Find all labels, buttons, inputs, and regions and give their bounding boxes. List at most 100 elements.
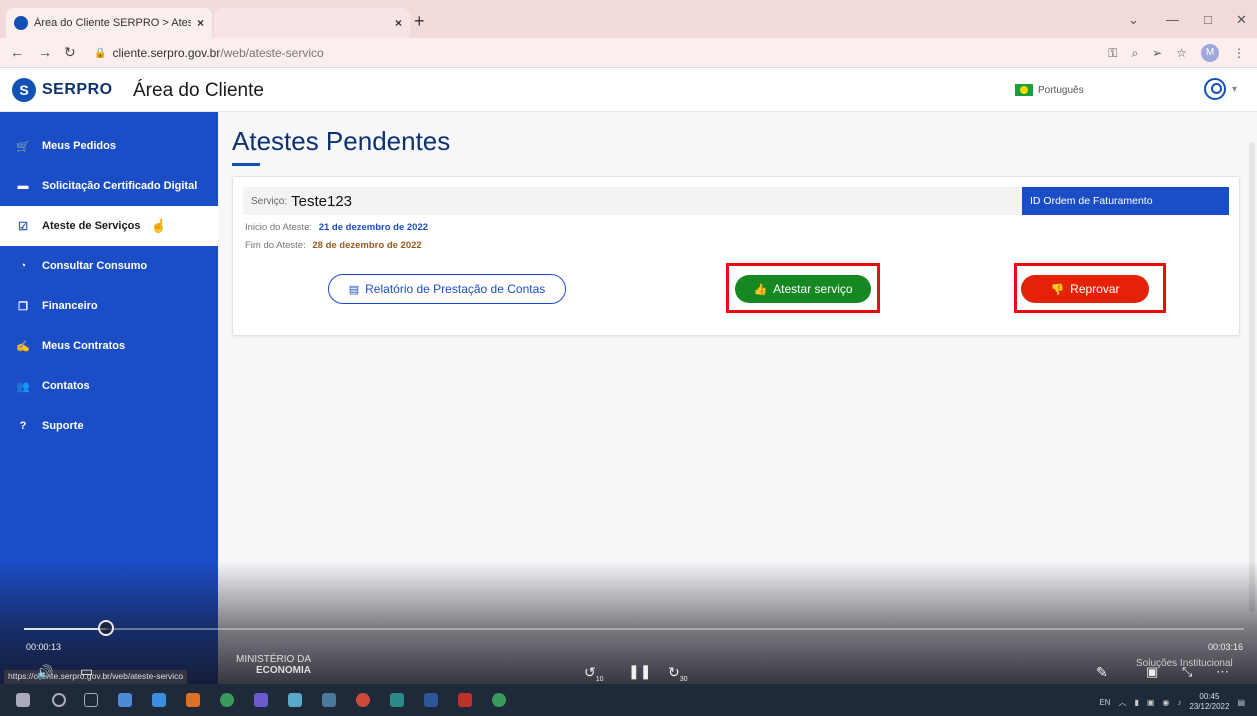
- new-tab-button[interactable]: +: [414, 11, 425, 32]
- close-window-icon[interactable]: ✕: [1236, 12, 1247, 28]
- fullscreen-exit-icon[interactable]: ⤡: [1182, 664, 1192, 680]
- video-progress-bar[interactable]: [24, 628, 1244, 630]
- sidebar-item-label: Financeiro: [42, 300, 98, 312]
- footer-logo-line1: MINISTÉRIO DA: [236, 654, 312, 665]
- firefox-icon[interactable]: [186, 693, 200, 707]
- chrome-icon[interactable]: [492, 693, 506, 707]
- serpro-logo-icon: S: [12, 78, 36, 102]
- sidebar-item-financeiro[interactable]: ❐ Financeiro: [0, 286, 218, 326]
- sidebar-item-contatos[interactable]: 👥 Contatos: [0, 366, 218, 406]
- sidebar-item-meus-pedidos[interactable]: 🛒 Meus Pedidos: [0, 126, 218, 166]
- clock-date: 23/12/2022: [1189, 702, 1230, 711]
- pause-icon[interactable]: ❚❚: [628, 663, 651, 680]
- url-host: cliente.serpro.gov.br: [112, 46, 221, 60]
- minimize-window-icon[interactable]: —: [1166, 12, 1179, 27]
- tray-app-icon[interactable]: ▮: [1134, 698, 1138, 707]
- forward-arrow-icon[interactable]: →: [38, 44, 52, 60]
- back-arrow-icon[interactable]: ←: [10, 44, 24, 60]
- edge-icon[interactable]: [152, 693, 166, 707]
- sidebar-item-ateste-de-servicos[interactable]: ☑ Ateste de Serviços ☝: [0, 206, 218, 246]
- id-ordem-faturamento-header: ID Ordem de Faturamento: [1022, 187, 1229, 215]
- video-progress-fill: [24, 628, 106, 630]
- gauge-icon: ◔: [19, 260, 27, 272]
- volume-icon[interactable]: 🔊: [36, 664, 53, 681]
- sidebar-item-suporte[interactable]: ? Suporte: [0, 406, 218, 446]
- captions-icon[interactable]: ▭: [80, 663, 93, 680]
- reload-icon[interactable]: ↻: [64, 44, 76, 61]
- acrobat-icon[interactable]: [458, 693, 472, 707]
- word-icon[interactable]: [424, 693, 438, 707]
- address-bar[interactable]: 🔒 cliente.serpro.gov.br/web/ateste-servi…: [94, 42, 1244, 64]
- key-icon[interactable]: ⚿: [1108, 46, 1117, 61]
- hand-pointer-cursor-icon: ☝: [150, 218, 167, 233]
- relatorio-button-label: Relatório de Prestação de Contas: [365, 282, 546, 296]
- windows-start-icon[interactable]: [16, 693, 30, 707]
- copy-icon: ❐: [18, 300, 28, 313]
- sidebar-item-label: Meus Pedidos: [42, 140, 116, 152]
- reprovar-button[interactable]: 👎 Reprovar: [1021, 275, 1149, 303]
- chrome-icon[interactable]: [220, 693, 234, 707]
- browser-tab-active[interactable]: Área do Cliente SERPRO > Ateste ×: [6, 8, 212, 38]
- language-selector[interactable]: Português: [1015, 84, 1084, 96]
- contract-icon: ✍: [16, 340, 30, 353]
- relatorio-prestacao-contas-button[interactable]: ▤ Relatório de Prestação de Contas: [328, 274, 566, 304]
- miniplayer-icon[interactable]: ▣: [1146, 664, 1158, 680]
- sidebar-item-label: Consultar Consumo: [42, 260, 148, 272]
- close-tab-icon[interactable]: ×: [395, 16, 402, 30]
- browser-tab-second[interactable]: ×: [214, 8, 410, 38]
- help-icon: ?: [19, 420, 27, 432]
- certificate-icon: ▬: [17, 180, 29, 192]
- service-row: Serviço: Teste123: [243, 187, 1029, 215]
- tab-search-chevron-icon[interactable]: ⌄: [1128, 12, 1139, 28]
- send-icon[interactable]: ➢: [1152, 46, 1162, 60]
- pen-icon[interactable]: ✎: [1096, 664, 1108, 681]
- rewind-seconds: 10: [595, 675, 604, 683]
- app-icon[interactable]: [322, 693, 336, 707]
- service-value: Teste123: [291, 192, 353, 210]
- input-language[interactable]: EN: [1099, 698, 1110, 707]
- app-icon[interactable]: [288, 693, 302, 707]
- bookmark-star-icon[interactable]: ☆: [1176, 46, 1187, 60]
- notifications-icon[interactable]: ▤: [1237, 698, 1245, 707]
- network-icon[interactable]: ◉: [1162, 698, 1169, 707]
- fast-forward-icon[interactable]: ↻30: [668, 664, 688, 683]
- zoom-icon[interactable]: ⌕: [1131, 46, 1138, 61]
- task-view-icon[interactable]: [84, 693, 98, 707]
- sidebar-item-consultar-consumo[interactable]: ◔ Consultar Consumo: [0, 246, 218, 286]
- app-icon[interactable]: [390, 693, 404, 707]
- more-options-icon[interactable]: ⋯: [1216, 664, 1229, 680]
- checkbox-icon: ☑: [18, 220, 28, 233]
- video-progress-knob[interactable]: [97, 620, 114, 636]
- rewind-icon[interactable]: ↺10: [584, 664, 604, 683]
- user-account-icon[interactable]: [1204, 78, 1226, 100]
- start-date-label: Inicio do Ateste:: [245, 222, 313, 233]
- taskbar-clock[interactable]: 00:45 23/12/2022: [1189, 692, 1229, 712]
- cart-icon: 🛒: [16, 140, 30, 153]
- scrollbar[interactable]: [1249, 142, 1255, 612]
- sidebar-item-certificado-digital[interactable]: ▬ Solicitação Certificado Digital: [0, 166, 218, 206]
- sidebar-item-label: Suporte: [42, 420, 84, 432]
- profile-avatar[interactable]: M: [1201, 44, 1219, 62]
- chevron-down-icon[interactable]: ▾: [1232, 84, 1237, 95]
- maximize-window-icon[interactable]: □: [1204, 12, 1212, 27]
- tray-app-icon[interactable]: ▣: [1147, 698, 1155, 707]
- chrome-icon[interactable]: [356, 693, 370, 707]
- file-explorer-icon[interactable]: [118, 693, 132, 707]
- serpro-logo[interactable]: S SERPRO: [12, 78, 113, 102]
- sidebar-item-label: Meus Contratos: [42, 340, 126, 352]
- serpro-logo-text: SERPRO: [42, 81, 113, 98]
- atestar-servico-button[interactable]: 👍 Atestar serviço: [735, 275, 871, 303]
- sidebar-item-meus-contratos[interactable]: ✍ Meus Contratos: [0, 326, 218, 366]
- footer-logo-line2: ECONOMIA: [256, 665, 311, 676]
- browser-menu-icon[interactable]: ⋮: [1233, 46, 1245, 60]
- thumbs-down-icon: 👎: [1050, 283, 1065, 296]
- start-date-value: 21 de dezembro de 2022: [318, 222, 429, 233]
- sidebar-item-label: Contatos: [42, 380, 90, 392]
- teams-icon[interactable]: [254, 693, 268, 707]
- video-total-time: 00:03:16: [1208, 642, 1244, 652]
- tray-chevron-icon[interactable]: ︿: [1118, 697, 1126, 708]
- search-icon[interactable]: [52, 693, 66, 707]
- serpro-favicon-icon: [14, 16, 28, 30]
- close-tab-icon[interactable]: ×: [197, 16, 204, 30]
- volume-tray-icon[interactable]: ♪: [1177, 698, 1181, 707]
